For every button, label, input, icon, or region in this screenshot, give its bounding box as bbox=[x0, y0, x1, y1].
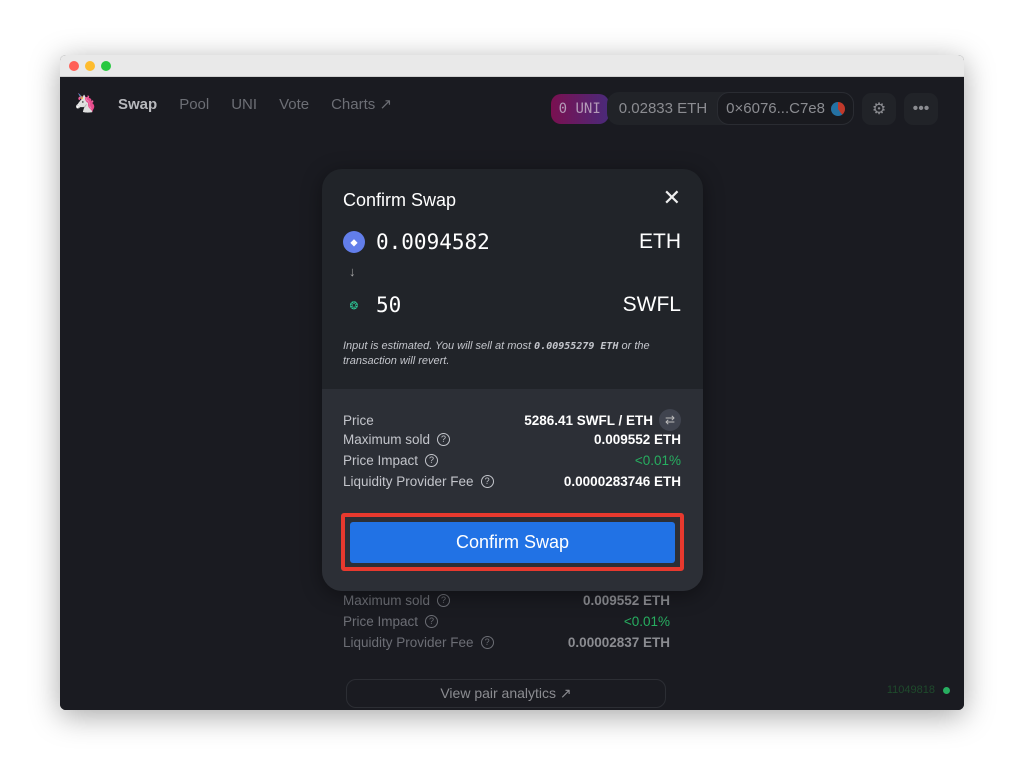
block-number[interactable]: 11049818 bbox=[887, 684, 950, 696]
detail-row: Maximum sold? 0.009552 ETH bbox=[343, 593, 670, 608]
view-pair-analytics-button[interactable]: View pair analytics ↗ bbox=[346, 679, 666, 708]
maximize-window-button[interactable] bbox=[101, 60, 111, 71]
ellipsis-icon: ••• bbox=[912, 99, 930, 117]
gear-icon: ⚙ bbox=[871, 100, 887, 118]
close-window-button[interactable] bbox=[69, 60, 79, 71]
help-icon[interactable]: ? bbox=[437, 433, 451, 446]
help-icon[interactable]: ? bbox=[425, 454, 439, 467]
uni-balance-button[interactable]: 0 UNI bbox=[550, 93, 609, 124]
modal-title: Confirm Swap bbox=[343, 190, 457, 210]
confirm-swap-modal: Confirm Swap ✕ ◆ 0.0094582 ETH ↓ ❂ 50 SW… bbox=[322, 169, 703, 591]
help-icon[interactable]: ? bbox=[480, 636, 494, 649]
detail-row: Price Impact? <0.01% bbox=[343, 614, 670, 629]
minimize-window-button[interactable] bbox=[85, 60, 95, 71]
app: 🦄 Swap Pool UNI Vote Charts ↗ 0 UNI 0.02… bbox=[60, 77, 964, 710]
nav-pool[interactable]: Pool bbox=[179, 96, 209, 113]
detail-row-price: Price 5286.41 SWFL / ETH ⇄ bbox=[343, 409, 681, 431]
nav-uni[interactable]: UNI bbox=[231, 96, 257, 113]
estimate-note: Input is estimated. You will sell at mos… bbox=[343, 340, 650, 367]
output-token-row: ❂ 50 SWFL bbox=[343, 293, 681, 317]
wallet-address: 0×6076...C7e8 bbox=[726, 100, 825, 117]
output-amount: 50 bbox=[376, 293, 402, 317]
invert-price-icon[interactable]: ⇄ bbox=[659, 409, 681, 431]
detail-row-max-sold: Maximum sold? 0.009552 ETH bbox=[343, 432, 681, 447]
top-nav: 🦄 Swap Pool UNI Vote Charts ↗ bbox=[74, 93, 392, 115]
browser-window: 🦄 Swap Pool UNI Vote Charts ↗ 0 UNI 0.02… bbox=[60, 55, 964, 710]
help-icon[interactable]: ? bbox=[480, 475, 494, 488]
account-group: 0.02833 ETH 0×6076...C7e8 bbox=[606, 92, 854, 125]
eth-balance: 0.02833 ETH bbox=[618, 100, 708, 117]
help-icon[interactable]: ? bbox=[425, 615, 439, 628]
header-actions: 0 UNI 0.02833 ETH 0×6076...C7e8 ⚙ ••• bbox=[550, 92, 938, 125]
nav-charts[interactable]: Charts ↗ bbox=[331, 95, 392, 113]
confirm-swap-button[interactable]: Confirm Swap bbox=[350, 522, 675, 563]
eth-icon: ◆ bbox=[343, 231, 365, 253]
nav-swap[interactable]: Swap bbox=[118, 96, 157, 113]
close-icon[interactable]: ✕ bbox=[663, 185, 681, 211]
wallet-address-button[interactable]: 0×6076...C7e8 bbox=[717, 92, 854, 125]
wallet-avatar-icon bbox=[831, 101, 845, 116]
help-icon[interactable]: ? bbox=[437, 594, 451, 607]
output-symbol: SWFL bbox=[622, 293, 681, 316]
more-button[interactable]: ••• bbox=[904, 92, 938, 125]
input-token-row: ◆ 0.0094582 ETH bbox=[343, 230, 681, 254]
input-symbol: ETH bbox=[639, 230, 681, 253]
detail-row-lp-fee: Liquidity Provider Fee? 0.0000283746 ETH bbox=[343, 474, 681, 489]
input-amount: 0.0094582 bbox=[376, 230, 490, 254]
swfl-token-icon: ❂ bbox=[349, 297, 359, 313]
title-bar bbox=[60, 55, 964, 77]
arrow-down-icon: ↓ bbox=[349, 264, 356, 279]
unicorn-logo-icon[interactable]: 🦄 bbox=[74, 93, 96, 115]
status-dot-icon bbox=[943, 686, 950, 694]
settings-button[interactable]: ⚙ bbox=[862, 92, 896, 125]
detail-row: Liquidity Provider Fee? 0.00002837 ETH bbox=[343, 635, 670, 650]
nav-vote[interactable]: Vote bbox=[279, 96, 309, 113]
detail-row-price-impact: Price Impact? <0.01% bbox=[343, 453, 681, 468]
